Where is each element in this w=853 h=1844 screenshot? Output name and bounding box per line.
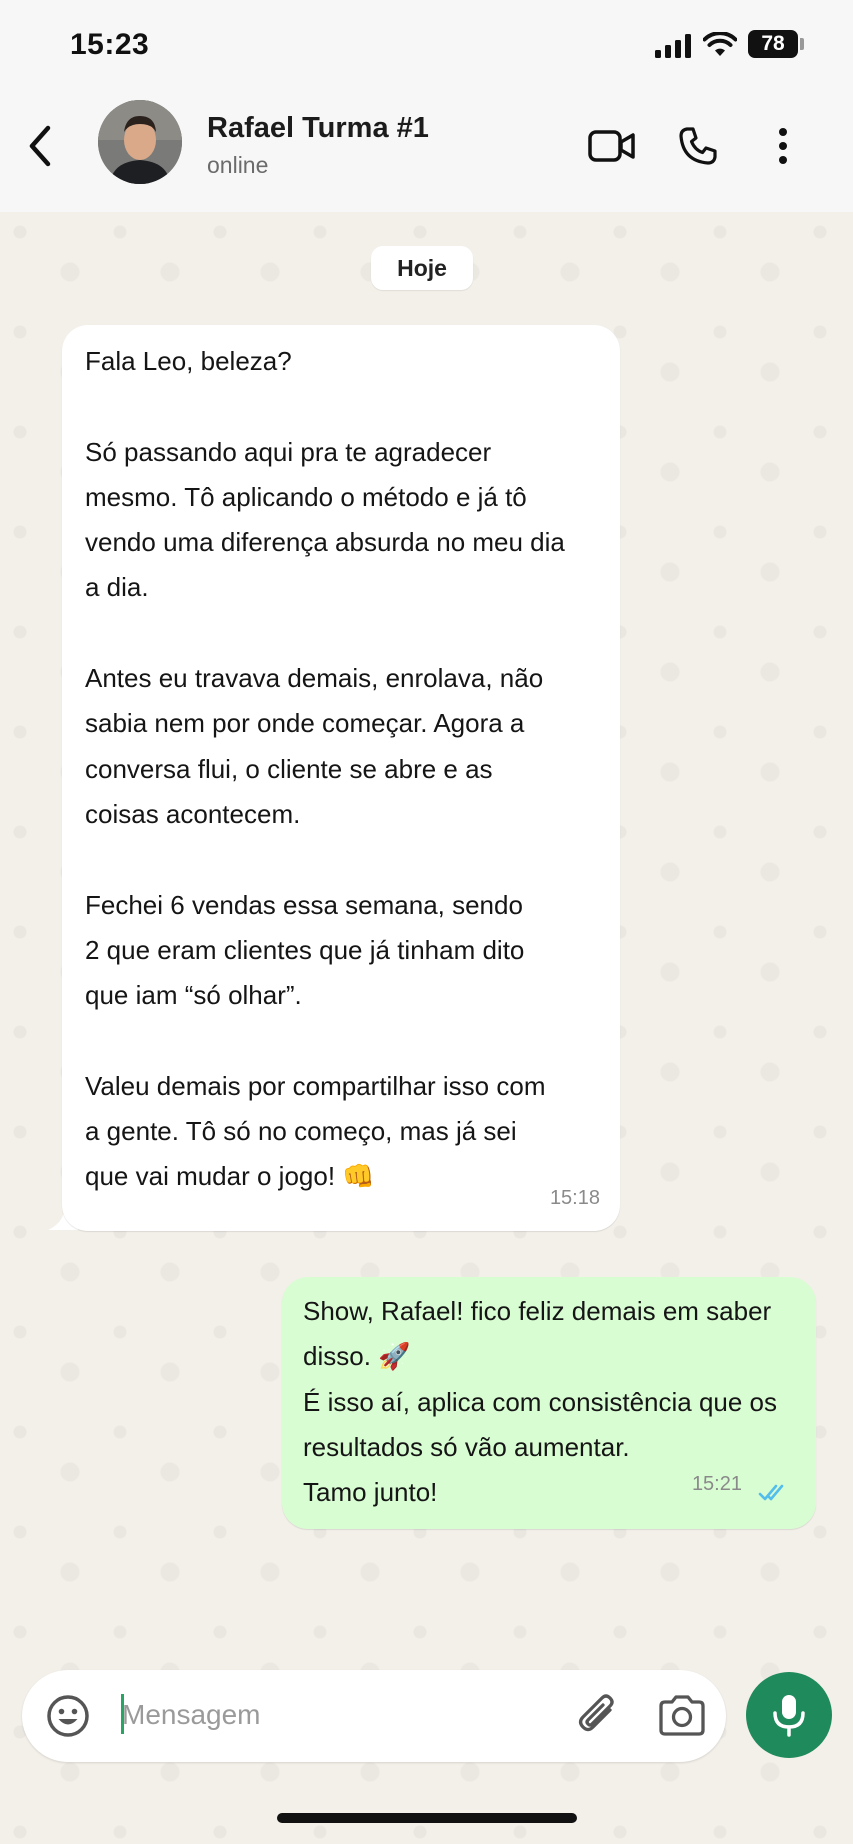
back-arrow-icon bbox=[29, 125, 51, 167]
message-text: Fala Leo, beleza? Só passando aqui pra t… bbox=[85, 346, 565, 1192]
message-input[interactable] bbox=[118, 1690, 562, 1740]
more-options-button[interactable] bbox=[755, 118, 811, 174]
incoming-message-bubble[interactable]: Fala Leo, beleza? Só passando aqui pra t… bbox=[62, 325, 620, 1231]
emoji-smiley-icon bbox=[47, 1695, 89, 1737]
emoji-button[interactable] bbox=[44, 1692, 92, 1740]
status-bar: 15:23 78 bbox=[0, 0, 853, 90]
text-cursor bbox=[121, 1694, 124, 1734]
battery-level: 78 bbox=[761, 32, 785, 55]
avatar-photo bbox=[98, 100, 182, 184]
phone-call-icon bbox=[679, 127, 717, 165]
contact-avatar[interactable] bbox=[98, 100, 182, 184]
voice-call-button[interactable] bbox=[670, 118, 726, 174]
date-separator: Hoje bbox=[371, 246, 473, 290]
back-button[interactable] bbox=[22, 120, 62, 172]
home-indicator[interactable] bbox=[277, 1813, 577, 1823]
attach-button[interactable] bbox=[572, 1690, 624, 1742]
read-double-check-icon bbox=[758, 1484, 784, 1501]
video-call-icon bbox=[588, 130, 635, 162]
camera-button[interactable] bbox=[656, 1690, 708, 1742]
chat-header: Rafael Turma #1 online bbox=[0, 90, 853, 212]
battery-icon: 78 bbox=[748, 30, 798, 58]
cellular-signal-icon bbox=[655, 34, 691, 58]
video-call-button[interactable] bbox=[584, 118, 640, 174]
wifi-icon bbox=[703, 32, 737, 56]
status-time: 15:23 bbox=[70, 28, 150, 61]
message-time: 15:21 bbox=[691, 1472, 742, 1495]
voice-message-button[interactable] bbox=[746, 1672, 832, 1758]
message-time: 15:18 bbox=[549, 1186, 600, 1209]
message-composer bbox=[22, 1670, 726, 1762]
more-vertical-icon bbox=[779, 128, 787, 164]
battery-cap-icon bbox=[800, 38, 804, 50]
paperclip-icon bbox=[578, 1694, 614, 1732]
microphone-icon bbox=[773, 1695, 805, 1737]
contact-name[interactable]: Rafael Turma #1 bbox=[207, 112, 429, 145]
camera-icon bbox=[659, 1695, 705, 1736]
outgoing-message-bubble[interactable]: Show, Rafael! fico feliz demais em saber… bbox=[282, 1277, 816, 1529]
contact-status: online bbox=[207, 152, 269, 178]
